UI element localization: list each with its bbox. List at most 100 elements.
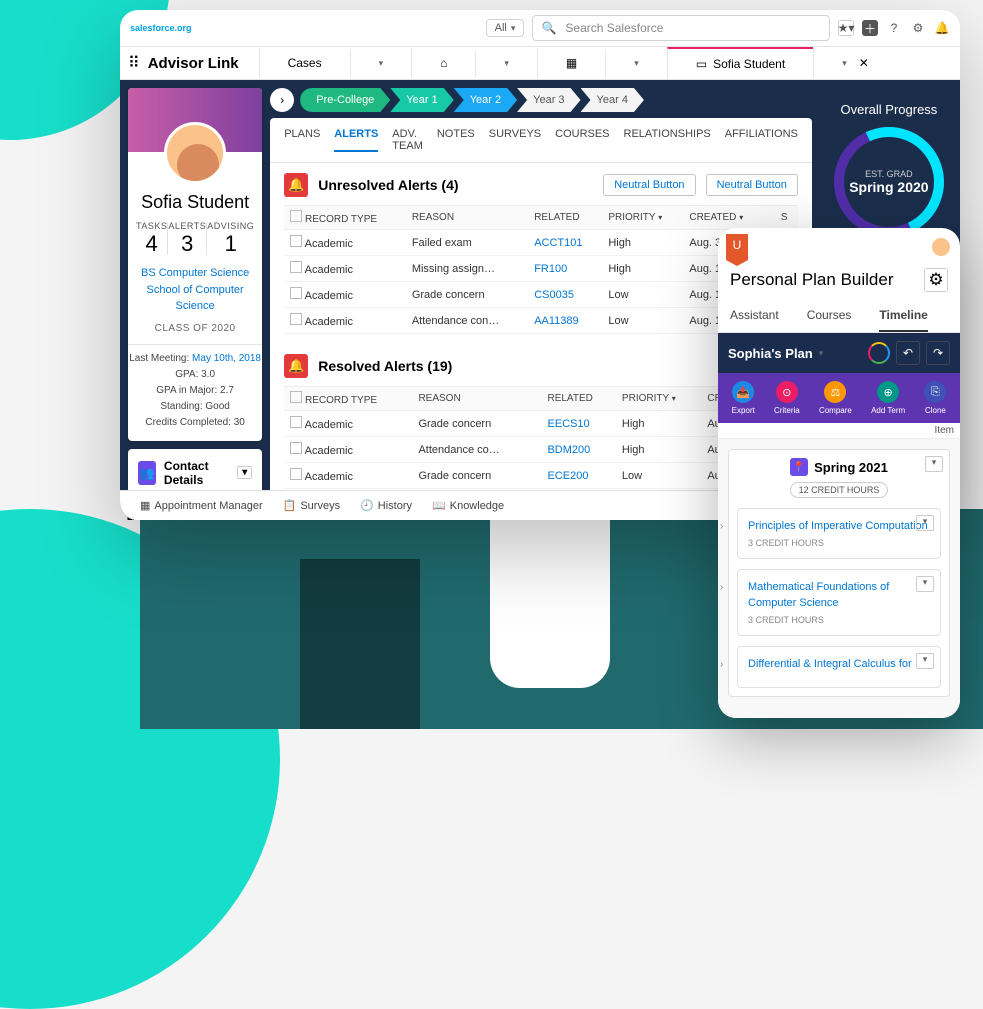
action-criteria[interactable]: ⊙Criteria (774, 381, 800, 415)
journey-stage[interactable]: Year 1 (390, 88, 453, 112)
tab-bar: ⠿ Advisor Link Cases ▾ ⌂ ▾ ▦ ▾ ▭Sofia St… (120, 47, 960, 80)
journey-stage[interactable]: Pre-College (300, 88, 390, 112)
chevron-down-icon[interactable]: ▾ (916, 515, 934, 531)
subtab[interactable]: AFFILIATIONS (725, 128, 798, 152)
school-badge-icon: U (726, 234, 748, 260)
chevron-down-icon[interactable]: ▾ (237, 466, 252, 479)
related-link[interactable]: FR100 (534, 263, 567, 275)
journey-stage[interactable]: Year 3 (517, 88, 580, 112)
utility-item[interactable]: 📖 Knowledge (432, 499, 504, 512)
mobile-tab[interactable]: Courses (807, 300, 852, 332)
action-export[interactable]: 📤Export (732, 381, 755, 415)
settings-gear-icon[interactable]: ⚙ (924, 268, 948, 292)
tab-calendar[interactable]: ▦ (537, 48, 605, 78)
neutral-button[interactable]: Neutral Button (706, 174, 798, 196)
item-label: Item (718, 423, 960, 439)
home-icon: ⌂ (440, 56, 447, 70)
checkbox[interactable] (290, 261, 302, 273)
subtab[interactable]: COURSES (555, 128, 609, 152)
mobile-window: U Personal Plan Builder ⚙ Assistant Cours… (718, 228, 960, 718)
scope-selector[interactable]: All▾ (486, 19, 525, 37)
student-name: Sofia Student (128, 192, 262, 213)
chevron-down-icon[interactable]: ▾ (916, 576, 934, 592)
subtab[interactable]: PLANS (284, 128, 320, 152)
related-link[interactable]: ACCT101 (534, 237, 582, 249)
checkbox[interactable] (290, 468, 302, 480)
calendar-icon: ▦ (566, 56, 577, 70)
utility-item[interactable]: 🕘 History (360, 499, 412, 512)
chevron-right-icon: › (720, 582, 723, 593)
plan-selector[interactable]: Sophia's Plan▾ ↶ ↷ (718, 333, 960, 373)
avatar (164, 122, 226, 184)
journey-back-icon[interactable]: › (270, 88, 294, 112)
action-compare[interactable]: ⚖Compare (819, 381, 852, 415)
tab-dropdown[interactable]: ▾✕ (813, 48, 897, 78)
journey-stage[interactable]: Year 4 (581, 88, 644, 112)
subtab[interactable]: RELATIONSHIPS (624, 128, 711, 152)
journey-stage[interactable]: Year 2 (454, 88, 517, 112)
salesforce-logo: salesforce.org (130, 14, 190, 42)
utility-item[interactable]: 📋 Surveys (283, 499, 340, 512)
notifications-bell-icon[interactable]: 🔔 (934, 20, 950, 36)
course-card[interactable]: ›Mathematical Foundations of Computer Sc… (737, 569, 941, 636)
checkbox[interactable] (290, 235, 302, 247)
setup-gear-icon[interactable]: ⚙ (910, 20, 926, 36)
mobile-tab[interactable]: Assistant (730, 300, 779, 332)
undo-icon[interactable]: ↶ (896, 341, 920, 365)
redo-icon[interactable]: ↷ (926, 341, 950, 365)
tab-cases[interactable]: Cases (259, 48, 350, 78)
last-meeting-link[interactable]: May 10th, 2018 (192, 353, 261, 364)
tab-sofia[interactable]: ▭Sofia Student (667, 47, 813, 79)
progress-ring: EST. GRAD Spring 2020 (834, 127, 944, 237)
alert-bell-icon: 🔔 (284, 173, 308, 197)
checkbox[interactable] (290, 442, 302, 454)
help-icon[interactable]: ? (886, 20, 902, 36)
app-launcher-icon[interactable]: ⠿ (120, 53, 148, 73)
tab-home[interactable]: ⌂ (411, 48, 475, 78)
chevron-right-icon: › (720, 659, 723, 670)
subtab[interactable]: ADV. TEAM (392, 128, 423, 152)
related-link[interactable]: BDM200 (547, 444, 590, 456)
search-icon: 🔍 (541, 20, 557, 36)
favorite-icon[interactable]: ★▾ (838, 20, 854, 36)
subtab[interactable]: ALERTS (334, 128, 378, 152)
term-card: ▾ 📍Spring 2021 12 CREDIT HOURS ›Principl… (728, 449, 950, 697)
chevron-down-icon[interactable]: ▾ (925, 456, 943, 472)
subtabs: PLANS ALERTS ADV. TEAM NOTES SURVEYS COURSES R… (270, 118, 812, 163)
add-icon[interactable]: ＋ (862, 20, 878, 36)
tab-dropdown[interactable]: ▾ (605, 50, 667, 77)
subtab[interactable]: SURVEYS (489, 128, 541, 152)
search-input[interactable]: 🔍 Search Salesforce (532, 15, 830, 41)
school-link[interactable]: School of Computer Science (136, 282, 254, 315)
journey-path: › Pre-CollegeYear 1Year 2Year 3Year 4 (270, 88, 812, 112)
related-link[interactable]: AA11389 (534, 315, 578, 327)
mobile-tab[interactable]: Timeline (879, 300, 927, 332)
progress-card: Overall Progress EST. GRAD Spring 2020 (820, 88, 958, 251)
mobile-title: Personal Plan Builder (730, 270, 893, 290)
program-link[interactable]: BS Computer Science (136, 265, 254, 282)
course-card[interactable]: ›Principles of Imperative Computation3 C… (737, 508, 941, 559)
utility-item[interactable]: ▦ Appointment Manager (140, 499, 263, 512)
action-add term[interactable]: ⊕Add Term (871, 381, 905, 415)
course-card[interactable]: ›Differential & Integral Calculus for▾ (737, 646, 941, 687)
checkbox[interactable] (290, 287, 302, 299)
class-of: CLASS OF 2020 (136, 321, 254, 336)
alert-bell-icon: 🔔 (284, 354, 308, 378)
subtab[interactable]: NOTES (437, 128, 475, 152)
related-link[interactable]: ECE200 (547, 470, 588, 482)
tab-dropdown[interactable]: ▾ (475, 50, 537, 77)
related-link[interactable]: EECS10 (547, 418, 589, 430)
chevron-right-icon: › (720, 521, 723, 532)
unresolved-title: Unresolved Alerts (4) (318, 177, 593, 193)
close-icon[interactable]: ✕ (859, 56, 869, 70)
related-link[interactable]: CS0035 (534, 289, 574, 301)
avatar (932, 238, 950, 256)
tab-dropdown[interactable]: ▾ (350, 50, 412, 77)
action-clone[interactable]: ⎘Clone (924, 381, 946, 415)
checkbox[interactable] (290, 416, 302, 428)
header: salesforce.org All▾ 🔍 Search Salesforce … (120, 10, 960, 47)
checkbox[interactable] (290, 313, 302, 325)
color-ring-icon (868, 342, 890, 364)
chevron-down-icon[interactable]: ▾ (916, 653, 934, 669)
neutral-button[interactable]: Neutral Button (603, 174, 695, 196)
